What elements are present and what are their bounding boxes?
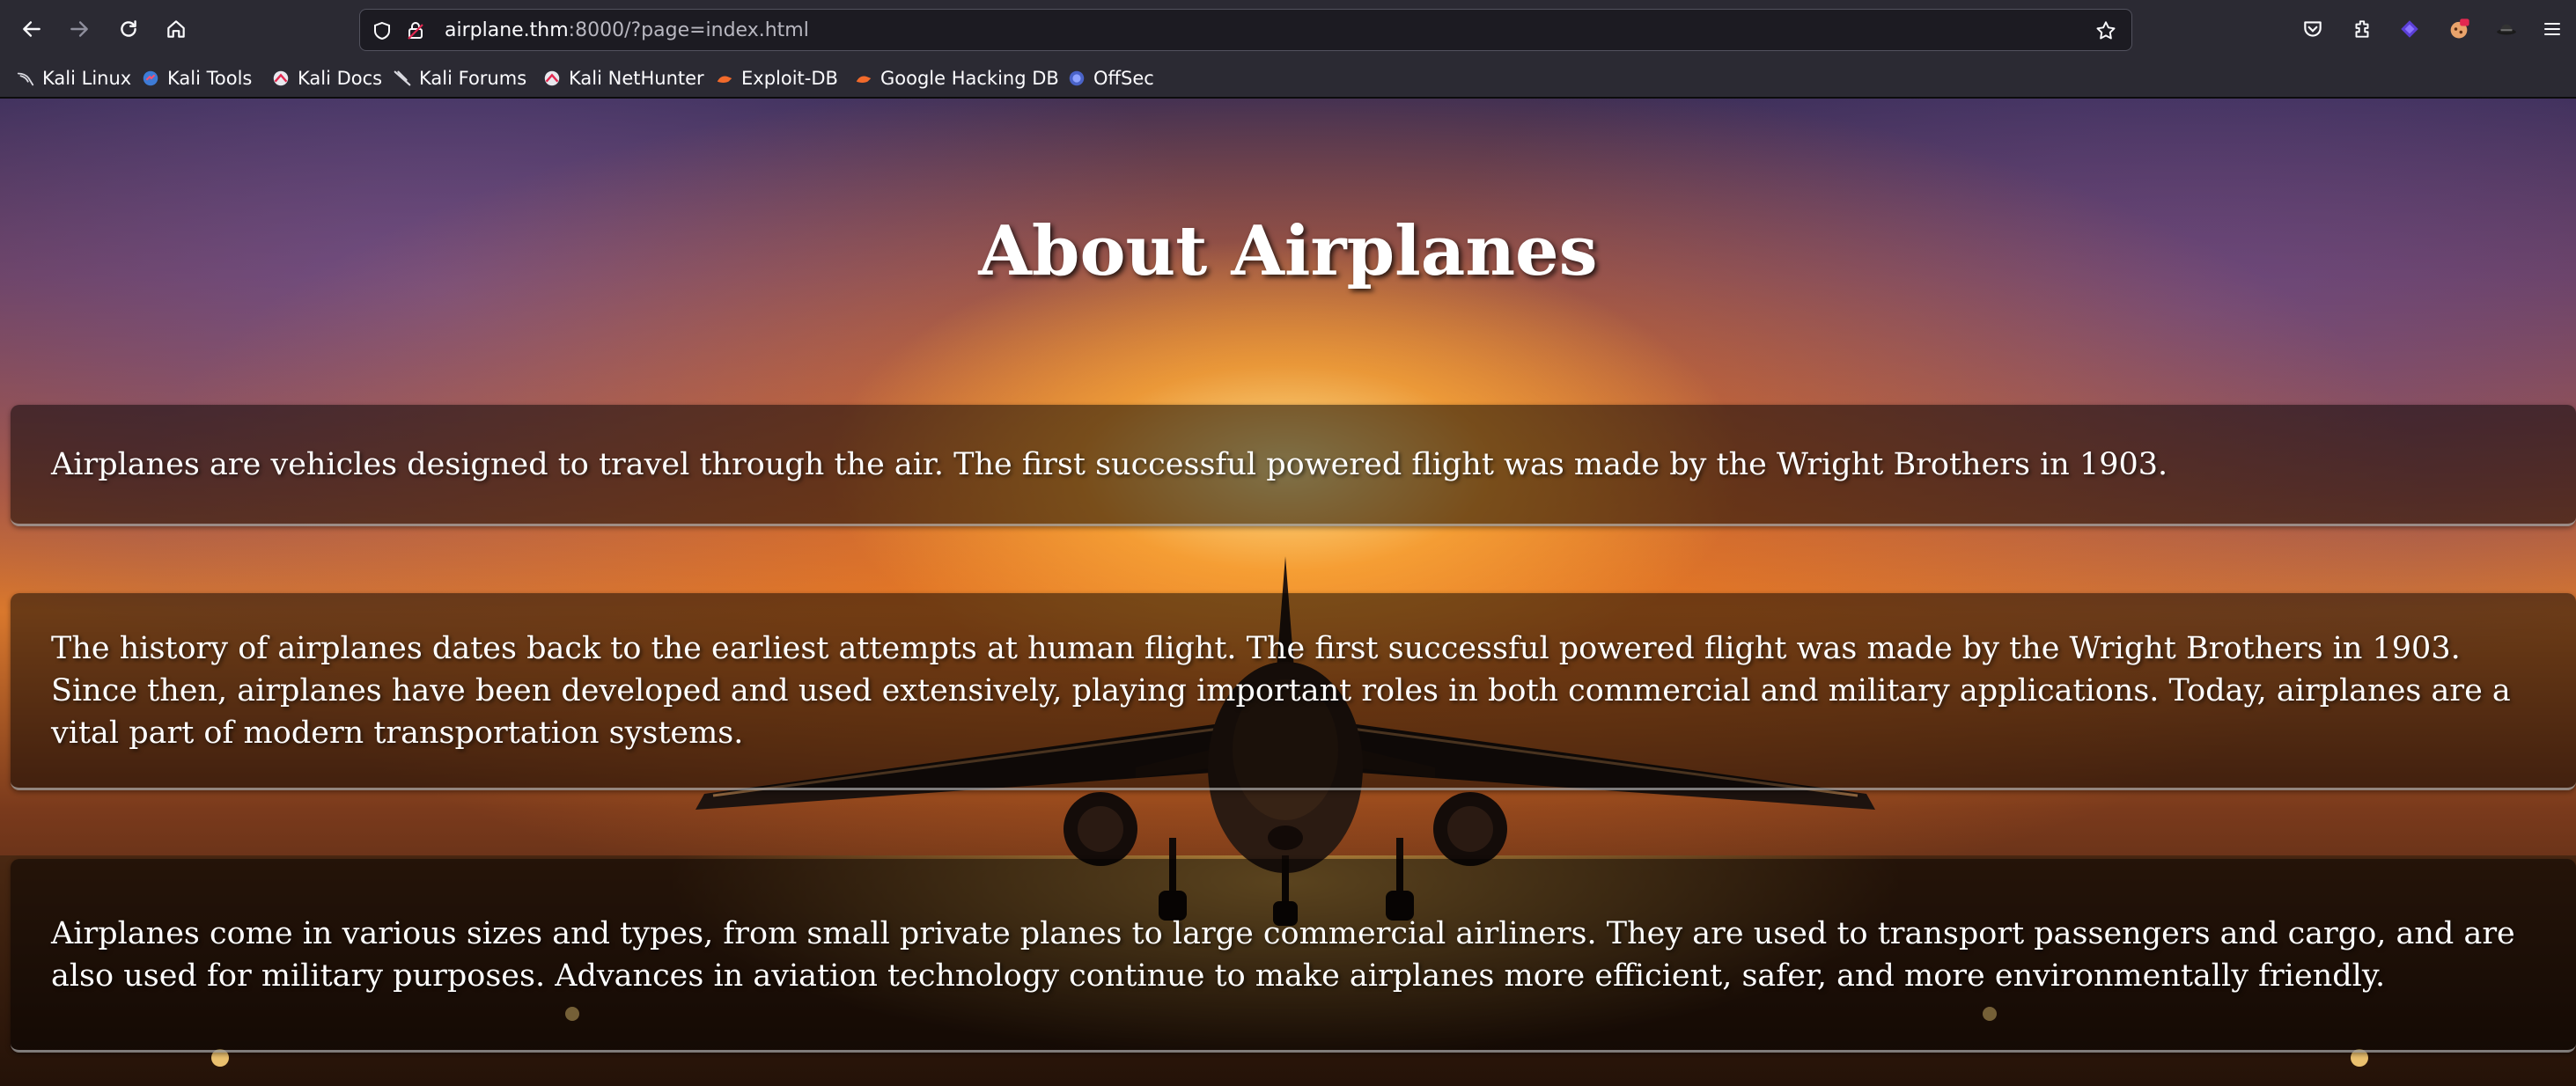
arrow-right-icon <box>70 21 88 37</box>
url-host: airplane.thm <box>445 19 569 41</box>
extension-hat-icon[interactable] <box>2490 12 2523 46</box>
bookmark-label: Kali Forums <box>419 68 527 89</box>
card-paragraph: The history of airplanes dates back to t… <box>51 630 2511 751</box>
bookmark-kali-docs[interactable]: Kali Docs <box>271 63 382 93</box>
address-bar[interactable]: airplane.thm:8000/?page=index.html <box>359 9 2132 51</box>
home-icon <box>167 20 185 38</box>
bookmark-label: Google Hacking DB <box>880 68 1059 89</box>
extension-cookie-icon[interactable] <box>2442 12 2476 46</box>
extensions-icon[interactable] <box>2345 12 2379 46</box>
bookmark-kali-linux[interactable]: Kali Linux <box>16 63 131 93</box>
browser-toolbar: airplane.thm:8000/?page=index.html <box>0 0 2576 58</box>
page-title: About Airplanes <box>978 211 1598 291</box>
home-button[interactable] <box>157 10 195 48</box>
forward-button[interactable] <box>60 10 99 48</box>
reload-icon <box>121 20 136 37</box>
bookmark-exploit-db[interactable]: Exploit-DB <box>715 63 838 93</box>
url-path: :8000/?page=index.html <box>568 19 809 41</box>
bookmark-label: Kali Tools <box>167 68 253 89</box>
kali-dragon-icon <box>17 72 34 86</box>
bookmark-kali-forums[interactable]: Kali Forums <box>393 63 526 93</box>
ghdb-icon <box>856 76 872 84</box>
insecure-lock-icon[interactable] <box>404 19 427 42</box>
extension-purple-icon[interactable] <box>2393 12 2426 46</box>
bookmark-label: Kali Linux <box>42 68 132 89</box>
pocket-icon[interactable] <box>2296 12 2329 46</box>
bookmark-star-icon[interactable] <box>2094 19 2117 42</box>
tracking-protection-icon[interactable] <box>371 19 394 42</box>
kali-forums-icon <box>394 70 411 86</box>
bookmark-label: OffSec <box>1093 68 1154 89</box>
app-menu-icon[interactable] <box>2536 12 2569 46</box>
page-content: About Airplanes Airplanes are vehicles d… <box>0 99 2576 1086</box>
offsec-icon <box>1069 70 1085 86</box>
bookmark-kali-nethunter[interactable]: Kali NetHunter <box>542 63 704 93</box>
bookmark-kali-tools[interactable]: Kali Tools <box>141 63 252 93</box>
bookmark-label: Kali Docs <box>298 68 383 89</box>
kali-nethunter-icon <box>544 70 560 86</box>
bookmarks-toolbar: Kali Linux Kali Tools Kali Docs Kali For… <box>0 58 2576 99</box>
url-text[interactable]: airplane.thm:8000/?page=index.html <box>445 10 809 52</box>
bookmark-google-hacking-db[interactable]: Google Hacking DB <box>854 63 1059 93</box>
info-card: The history of airplanes dates back to t… <box>11 593 2576 790</box>
back-button[interactable] <box>12 10 51 48</box>
info-card: Airplanes are vehicles designed to trave… <box>11 405 2576 526</box>
kali-docs-icon <box>273 70 289 86</box>
card-paragraph: Airplanes come in various sizes and type… <box>51 915 2515 994</box>
kali-tools-icon <box>143 70 158 86</box>
bookmark-label: Kali NetHunter <box>569 68 704 89</box>
bookmark-label: Exploit-DB <box>741 68 838 89</box>
card-paragraph: Airplanes are vehicles designed to trave… <box>51 446 2168 482</box>
bookmark-offsec[interactable]: OffSec <box>1067 63 1154 93</box>
info-card: Airplanes come in various sizes and type… <box>11 859 2576 1053</box>
arrow-left-icon <box>23 21 40 37</box>
exploit-db-icon <box>717 76 732 84</box>
reload-button[interactable] <box>109 10 148 48</box>
